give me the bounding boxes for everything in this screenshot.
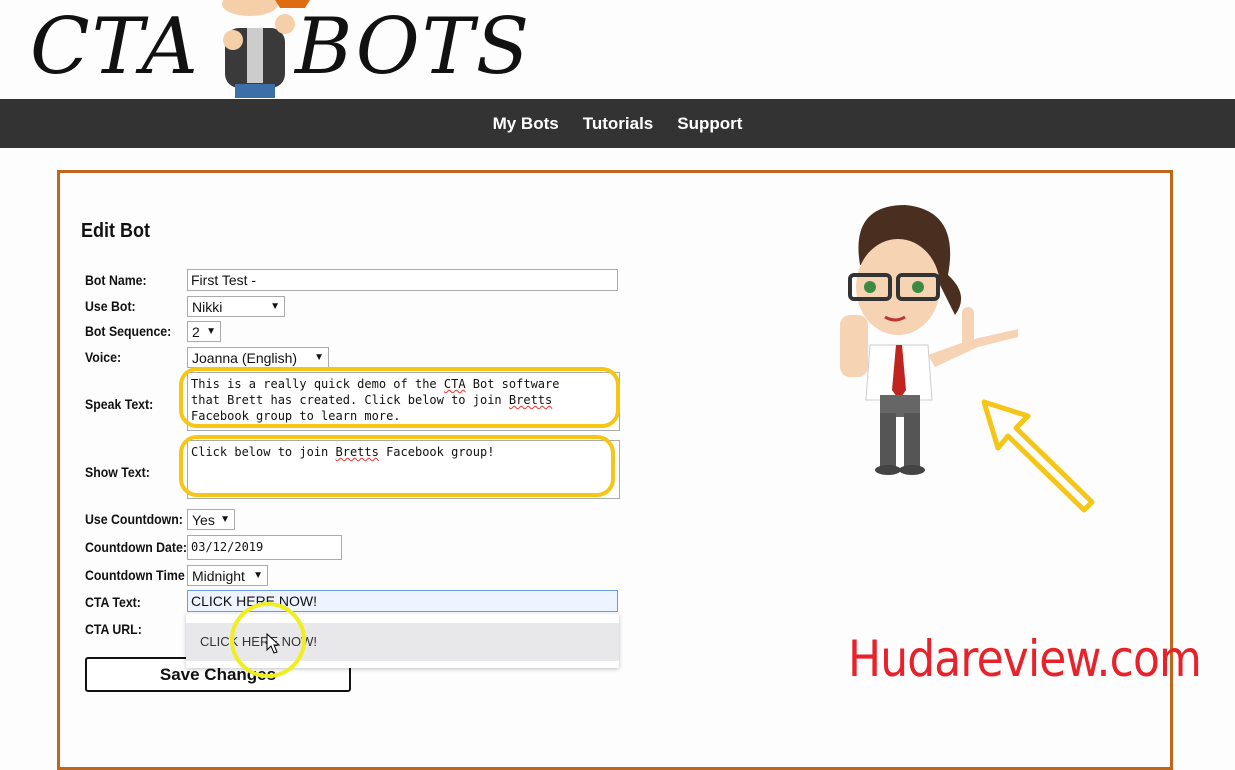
cta-text-label: CTA Text:: [85, 594, 141, 610]
use-countdown-value: Yes: [192, 511, 215, 528]
logo-text-bots: BOTS: [295, 2, 532, 92]
page-title: Edit Bot: [81, 220, 150, 242]
bot-sequence-select[interactable]: 2 ▼: [187, 321, 221, 342]
use-countdown-select[interactable]: Yes ▼: [187, 509, 235, 530]
use-countdown-label: Use Countdown:: [85, 511, 183, 527]
nav-my-bots[interactable]: My Bots: [493, 114, 559, 134]
voice-select[interactable]: Joanna (English) ▼: [187, 347, 329, 368]
pointer-arrow-annotation-icon: [981, 399, 1095, 513]
main-nav: My Bots Tutorials Support: [0, 99, 1235, 148]
cta-bots-logo[interactable]: CTA BOTS: [30, 0, 529, 98]
bot-sequence-label: Bot Sequence:: [85, 323, 172, 339]
countdown-time-label: Countdown Time: [85, 567, 185, 583]
bot-name-label: Bot Name:: [85, 272, 147, 288]
voice-label: Voice:: [85, 349, 122, 365]
use-bot-value: Nikki: [192, 298, 223, 315]
countdown-time-select[interactable]: Midnight ▼: [187, 565, 268, 586]
chevron-down-icon: ▼: [314, 351, 324, 363]
logo-text-cta: CTA: [30, 2, 200, 92]
highlight-annotation: [179, 367, 620, 428]
chevron-down-icon: ▼: [270, 300, 280, 312]
voice-value: Joanna (English): [192, 349, 298, 366]
speak-text-label: Speak Text:: [85, 396, 154, 412]
chevron-down-icon: ▼: [253, 569, 263, 581]
use-bot-label: Use Bot:: [85, 298, 136, 314]
cta-url-label: CTA URL:: [85, 621, 142, 637]
mouse-pointer-icon: [266, 633, 280, 654]
bot-name-input[interactable]: First Test -: [187, 269, 618, 291]
highlight-annotation: [179, 435, 615, 497]
use-bot-select[interactable]: Nikki ▼: [187, 296, 285, 317]
nav-support[interactable]: Support: [677, 114, 742, 134]
nav-tutorials[interactable]: Tutorials: [583, 114, 654, 134]
show-text-label: Show Text:: [85, 464, 150, 480]
countdown-time-value: Midnight: [192, 567, 245, 584]
watermark: Hudareview.com: [848, 630, 1202, 688]
bot-sequence-value: 2: [192, 323, 200, 340]
chevron-down-icon: ▼: [206, 325, 216, 337]
chevron-down-icon: ▼: [220, 513, 230, 525]
countdown-date-input[interactable]: 03/12/2019: [187, 535, 342, 560]
countdown-date-label: Countdown Date:: [85, 539, 187, 555]
